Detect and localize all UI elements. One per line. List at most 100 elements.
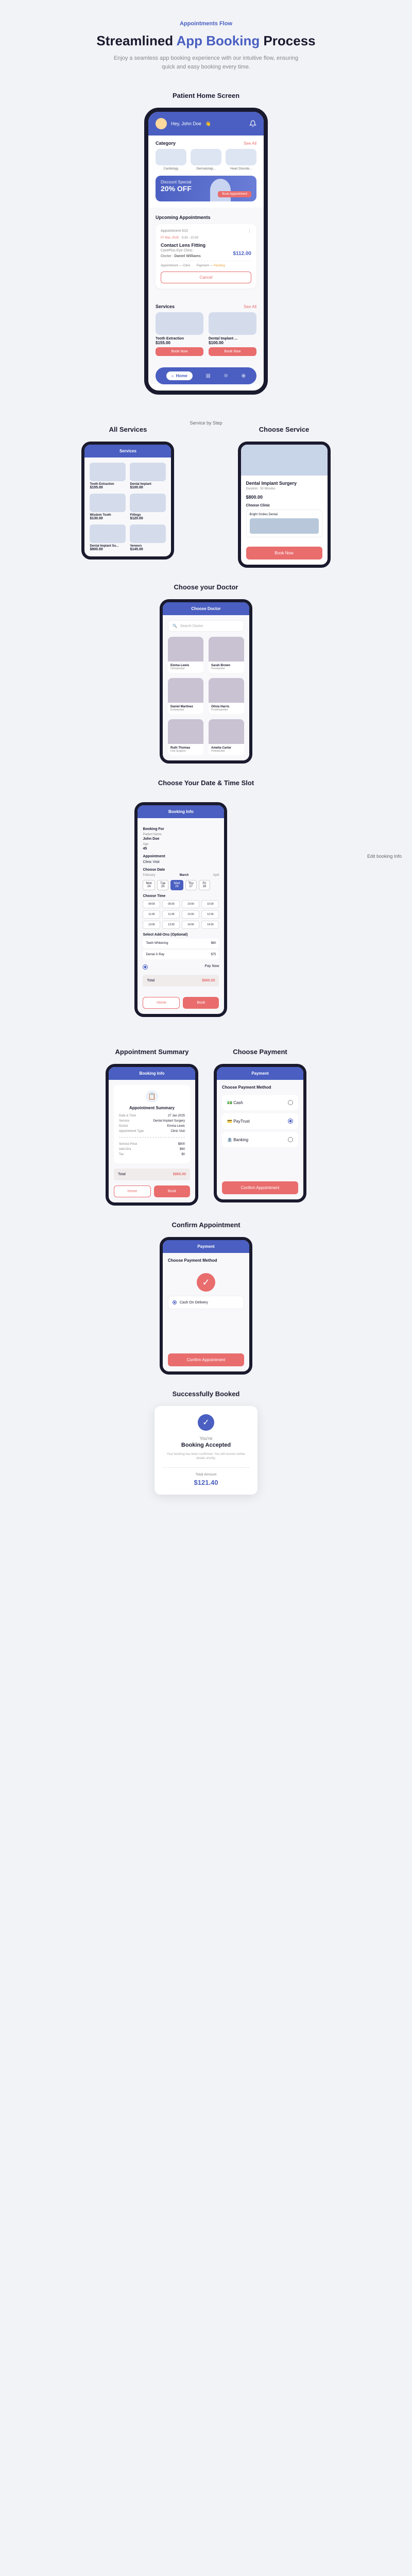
addon-item[interactable]: Teeth Whitening$60 <box>143 939 219 948</box>
book-button[interactable]: Book <box>183 997 219 1009</box>
month-next[interactable]: April <box>213 874 219 877</box>
home-button[interactable]: Home <box>114 1185 151 1197</box>
bottom-navbar: ⌂Home ▦ ⊕ ◉ <box>156 367 256 384</box>
nav-home[interactable]: ⌂Home <box>166 371 193 380</box>
date-chip[interactable]: Mon24 <box>143 880 155 890</box>
service-grid-item[interactable]: Fillings$120.00 <box>130 494 166 520</box>
confirm-button[interactable]: Confirm Appointment <box>222 1181 298 1194</box>
services-see-all[interactable]: See All <box>244 304 256 309</box>
doctor-card[interactable]: Sarah BrownPeriodontist <box>209 637 244 673</box>
book-button[interactable]: Book <box>154 1185 190 1197</box>
time-slot[interactable]: 09:00 <box>143 900 160 908</box>
service-grid-item[interactable]: Dental Implant$100.00 <box>130 463 166 489</box>
receipt-status: Booking Accepted <box>163 1442 249 1448</box>
payment-chosen[interactable]: Cash On Delivery <box>168 1296 244 1309</box>
doctor-card[interactable]: Ruth ThomasOral Surgeon <box>168 719 203 755</box>
cancel-button[interactable]: Cancel <box>161 272 251 283</box>
avatar[interactable] <box>156 118 167 129</box>
phone-choose-doctor: Choose Doctor 🔍 Search Doctor Emma Lewis… <box>160 599 252 764</box>
time-slot[interactable]: 13:00 <box>143 921 160 929</box>
time-slot[interactable]: 09:30 <box>162 900 180 908</box>
time-slot[interactable]: 12:30 <box>201 910 219 919</box>
nav-calendar[interactable]: ▦ <box>205 373 210 379</box>
category-item[interactable]: Dermatologi... <box>191 149 221 171</box>
clinic-card[interactable]: Bright Smiles Dental <box>246 510 322 537</box>
wave-icon: 👋 <box>205 121 211 127</box>
confirm-header: Payment <box>163 1240 249 1253</box>
month-current: March <box>180 874 189 877</box>
payment-option[interactable]: 💵 Cash <box>222 1095 298 1110</box>
label-choose-service: Choose Service <box>259 426 310 433</box>
check-icon: ✓ <box>197 1273 215 1292</box>
date-chip[interactable]: Fri28 <box>199 880 210 890</box>
label-choose-date: Choose Your Date & Time Slot <box>10 779 402 787</box>
service-card[interactable]: Tooth Extraction $155.00 Book Now <box>156 312 203 356</box>
time-slot[interactable]: 13:30 <box>162 921 180 929</box>
time-slot[interactable]: 14:00 <box>182 921 199 929</box>
annotation-service-by-step: Service by Step <box>190 410 222 436</box>
pay-now-radio[interactable] <box>143 964 148 970</box>
annotation-edit-booking: Edit booking Info <box>367 802 402 869</box>
payment-option[interactable]: 💳 PayTrust <box>222 1113 298 1129</box>
phone-confirm: Payment Choose Payment Method ✓ Cash On … <box>160 1237 252 1375</box>
receipt-total: $121.40 <box>163 1479 249 1486</box>
book-now-button[interactable]: Book Now <box>246 547 322 560</box>
phone-home: Hey, John Doe 👋 Category See All Cardiol… <box>144 108 268 395</box>
label-choose-doctor: Choose your Doctor <box>10 583 402 591</box>
home-header: Hey, John Doe 👋 <box>148 112 264 135</box>
label-all-services: All Services <box>109 426 147 433</box>
date-chip-active[interactable]: Wed26 <box>170 880 183 890</box>
label-summary: Appointment Summary <box>115 1048 188 1056</box>
payment-option[interactable]: 🏦 Banking <box>222 1132 298 1147</box>
month-prev[interactable]: February <box>143 874 155 877</box>
service-card[interactable]: Dental Implant ... $100.00 Book Now <box>209 312 256 356</box>
doctor-card[interactable]: Emma LewisOrthodontist <box>168 637 203 673</box>
category-item[interactable]: Cardiology <box>156 149 186 171</box>
book-now-button[interactable]: Book Now <box>209 347 256 356</box>
time-slot[interactable]: 11:30 <box>162 910 180 919</box>
nav-profile[interactable]: ◉ <box>241 373 246 379</box>
service-grid-item[interactable]: Wisdom Tooth$130.00 <box>90 494 126 520</box>
date-chip[interactable]: Tue25 <box>157 880 168 890</box>
date-chip[interactable]: Thu27 <box>185 880 197 890</box>
services-header: Services <box>84 445 171 457</box>
upcoming-heading: Upcoming Appointments <box>156 215 256 220</box>
bell-icon[interactable] <box>249 120 256 127</box>
service-grid-item[interactable]: Veneers$145.00 <box>130 524 166 551</box>
category-see-all[interactable]: See All <box>244 141 256 146</box>
service-grid-item[interactable]: Tooth Extraction$155.00 <box>90 463 126 489</box>
label-confirm: Confirm Appointment <box>10 1221 402 1229</box>
time-slot[interactable]: 11:00 <box>143 910 160 919</box>
label-success: Successfully Booked <box>10 1390 402 1398</box>
service-detail-title: Dental Implant Surgery <box>246 481 322 486</box>
more-icon[interactable]: ⋮ <box>248 229 251 233</box>
addon-item[interactable]: Dental X-Ray$75 <box>143 950 219 959</box>
summary-title: Appointment Summary <box>119 1106 185 1110</box>
booking-header: Booking Info <box>138 805 224 818</box>
home-button[interactable]: Home <box>143 997 180 1009</box>
time-slot[interactable]: 14:30 <box>201 921 219 929</box>
page-subtitle: Enjoy a seamless app booking experience … <box>113 54 299 71</box>
banner-book-button[interactable]: Book Appointment <box>218 191 251 197</box>
doctor-card[interactable]: Olivia HarrisProsthodontist <box>209 678 244 714</box>
search-icon: 🔍 <box>173 624 177 628</box>
nav-search[interactable]: ⊕ <box>224 373 228 379</box>
book-now-button[interactable]: Book Now <box>156 347 203 356</box>
appointment-title: Contact Lens Fitting <box>161 243 251 248</box>
appointment-id: Appointment #10 <box>161 229 188 233</box>
time-slot[interactable]: 12:00 <box>182 910 199 919</box>
time-slot[interactable]: 10:30 <box>201 900 219 908</box>
search-doctor-input[interactable]: 🔍 Search Doctor <box>168 620 244 632</box>
doctor-card[interactable]: Daniel MartinezEndodontist <box>168 678 203 714</box>
summary-icon: 📋 <box>146 1090 158 1103</box>
phone-all-services: Services Tooth Extraction$155.00 Dental … <box>81 442 174 560</box>
label-patient-home: Patient Home Screen <box>10 92 402 99</box>
service-grid-item[interactable]: Dental Implant Su...$800.00 <box>90 524 126 551</box>
payment-header: Payment <box>217 1067 303 1080</box>
doctor-card[interactable]: Amelia CarterPedodontist <box>209 719 244 755</box>
service-detail-image <box>241 445 328 476</box>
category-item[interactable]: Heart Disorde... <box>226 149 256 171</box>
confirm-button[interactable]: Confirm Appointment <box>168 1353 244 1366</box>
appointment-time: 9:30 - 10:30 <box>182 236 198 240</box>
time-slot[interactable]: 10:00 <box>182 900 199 908</box>
